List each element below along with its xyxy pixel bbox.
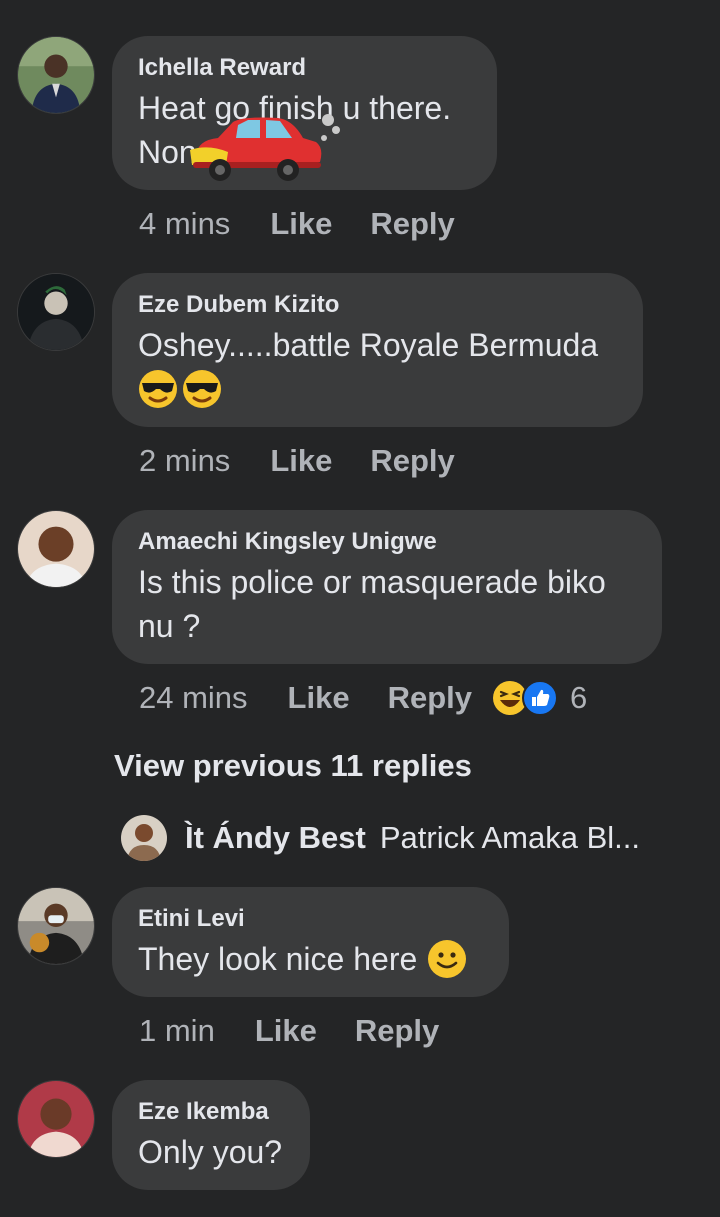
reactions-summary[interactable]: 6 (492, 680, 587, 716)
avatar (121, 815, 167, 861)
avatar[interactable] (17, 36, 95, 114)
comment-time[interactable]: 2 mins (139, 443, 230, 479)
avatar-photo-icon (121, 815, 167, 861)
comment-meta: 24 mins Like Reply 6 (139, 680, 587, 716)
car-icon (190, 114, 340, 181)
reply-text: Patrick Amaka Bl... (379, 820, 640, 855)
comment-text-line: Is this police or masquerade biko (138, 564, 606, 600)
avatar-photo-icon (18, 37, 94, 113)
comment-text-line: They look nice here (138, 941, 418, 977)
sunglasses-emoji (183, 370, 221, 408)
smile-emoji (428, 940, 467, 978)
comment-author[interactable]: Etini Levi (138, 905, 483, 933)
comment-bubble[interactable]: Etini Levi They look nice here (112, 887, 509, 997)
comment-meta: 1 min Like Reply (139, 1013, 439, 1049)
avatar-photo-icon (18, 1081, 94, 1157)
comment-author[interactable]: Eze Dubem Kizito (138, 291, 617, 319)
comment-meta: 4 mins Like Reply (139, 206, 455, 242)
comment-text: Is this police or masquerade biko nu ? (138, 560, 636, 648)
reply-button[interactable]: Reply (388, 680, 472, 716)
avatar-photo-icon (18, 888, 94, 964)
reply-button[interactable]: Reply (355, 1013, 439, 1049)
comment-time[interactable]: 1 min (139, 1013, 215, 1049)
comment-time[interactable]: 24 mins (139, 680, 248, 716)
emoji-row (138, 369, 617, 409)
avatar[interactable] (17, 510, 95, 588)
avatar[interactable] (17, 887, 95, 965)
avatar[interactable] (17, 273, 95, 351)
comment-author[interactable]: Amaechi Kingsley Unigwe (138, 528, 636, 556)
sunglasses-emoji (139, 370, 177, 408)
avatar[interactable] (17, 1080, 95, 1158)
comment-bubble[interactable]: Amaechi Kingsley Unigwe Is this police o… (112, 510, 662, 664)
like-button[interactable]: Like (270, 206, 332, 242)
comments-thread: Ichella Reward Heat go finish u there. N… (0, 0, 720, 1217)
comment-meta: 2 mins Like Reply (139, 443, 455, 479)
reply-button[interactable]: Reply (370, 206, 454, 242)
avatar-photo-icon (18, 511, 94, 587)
like-button[interactable]: Like (255, 1013, 317, 1049)
reply-button[interactable]: Reply (370, 443, 454, 479)
reaction-count: 6 (570, 680, 588, 715)
view-previous-replies-link[interactable]: View previous 11 replies (114, 748, 472, 784)
comment-bubble[interactable]: Eze Dubem Kizito Oshey.....battle Royale… (112, 273, 643, 427)
comment-bubble[interactable]: Eze Ikemba Only you? (112, 1080, 310, 1190)
like-button[interactable]: Like (270, 443, 332, 479)
reply-preview[interactable]: Ìt Ándy Best Patrick Amaka Bl... (121, 815, 640, 861)
like-button[interactable]: Like (288, 680, 350, 716)
car-sticker (188, 110, 348, 190)
comment-text-line: nu ? (138, 608, 201, 644)
reply-author[interactable]: Ìt Ándy Best (185, 820, 366, 856)
comment-text: Oshey.....battle Royale Bermuda (138, 327, 599, 363)
comment-text: They look nice here (138, 937, 483, 981)
avatar-photo-icon (18, 274, 94, 350)
comment-author[interactable]: Eze Ikemba (138, 1098, 284, 1126)
comment-text: Only you? (138, 1134, 283, 1170)
comment-author[interactable]: Ichella Reward (138, 54, 471, 82)
comment-time[interactable]: 4 mins (139, 206, 230, 242)
like-reaction-icon (522, 680, 558, 716)
